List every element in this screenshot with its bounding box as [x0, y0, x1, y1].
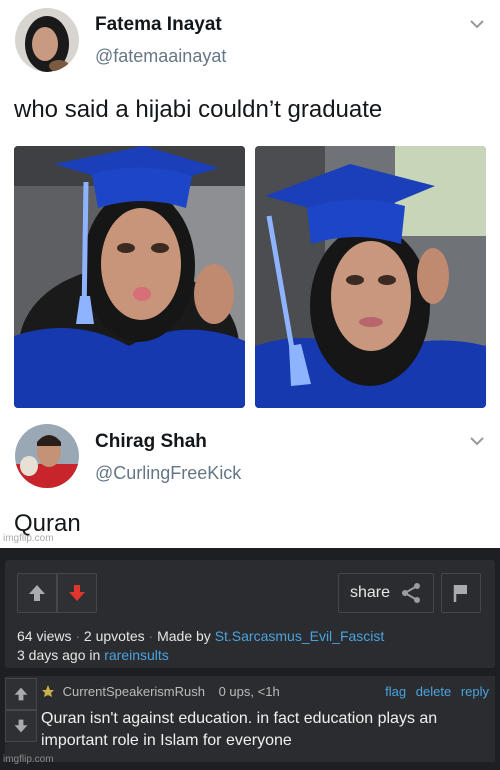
share-label: share	[349, 584, 391, 601]
arrow-down-icon	[69, 585, 85, 601]
post-stats: 64 views · 2 upvotes · Made by St.Sarcas…	[17, 628, 385, 644]
tweet-text: who said a hijabi couldn’t graduate	[14, 96, 383, 123]
downvote-button[interactable]	[57, 573, 97, 613]
comment-actions: flag delete reply	[379, 684, 489, 699]
avatar	[15, 424, 79, 488]
watermark: imgflip.com	[3, 754, 54, 765]
comment-text: Quran isn't against education. in fact e…	[41, 710, 438, 749]
share-button[interactable]: share	[338, 573, 434, 613]
tweet-author-name[interactable]: Fatema Inayat	[95, 14, 222, 36]
made-by-label: Made by	[157, 628, 211, 644]
upvotes-count: 2 upvotes	[83, 628, 145, 644]
tweet-screenshot: Fatema Inayat @fatemaainayat who said a …	[0, 0, 500, 548]
comment-stats: 0 ups, <1h	[218, 684, 280, 699]
comment: CurrentSpeakerismRush 0 ups, <1h flag de…	[5, 676, 495, 762]
chevron-down-icon[interactable]	[470, 433, 484, 449]
comment-username[interactable]: CurrentSpeakerismRush	[63, 684, 205, 699]
tweet-author-name[interactable]: Chirag Shah	[95, 431, 207, 453]
share-icon	[402, 583, 421, 603]
avatar	[15, 8, 79, 72]
comment-header: CurrentSpeakerismRush 0 ups, <1h	[41, 684, 280, 699]
flag-link[interactable]: flag	[385, 684, 406, 699]
tweet-author-handle[interactable]: @CurlingFreeKick	[95, 463, 241, 484]
post-toolbar: share 64 views · 2 upvotes · Made by St.…	[5, 560, 495, 668]
reply-link[interactable]: reply	[461, 684, 489, 699]
user-badge-icon	[42, 685, 54, 697]
flag-icon	[453, 585, 467, 602]
community-link[interactable]: rareinsults	[104, 647, 169, 663]
comment-upvote-button[interactable]	[5, 678, 37, 710]
chevron-down-icon[interactable]	[470, 16, 484, 32]
upvote-button[interactable]	[17, 573, 57, 613]
comment-downvote-button[interactable]	[5, 710, 37, 742]
graduation-photo-left	[14, 146, 245, 408]
tweet-author-handle[interactable]: @fatemaainayat	[95, 46, 226, 67]
views-count: 64 views	[17, 628, 72, 644]
watermark: imgflip.com	[3, 533, 54, 544]
arrow-up-icon	[29, 585, 45, 601]
author-link[interactable]: St.Sarcasmus_Evil_Fascist	[215, 628, 385, 644]
post-time: 3 days ago in rareinsults	[17, 647, 169, 663]
post-age: 3 days ago in	[17, 647, 101, 663]
delete-link[interactable]: delete	[416, 684, 451, 699]
imgflip-post-panel: share 64 views · 2 upvotes · Made by St.…	[0, 548, 500, 770]
flag-button[interactable]	[441, 573, 481, 613]
graduation-photo-right	[255, 146, 486, 408]
arrow-up-icon	[14, 687, 28, 701]
arrow-down-icon	[14, 719, 28, 733]
